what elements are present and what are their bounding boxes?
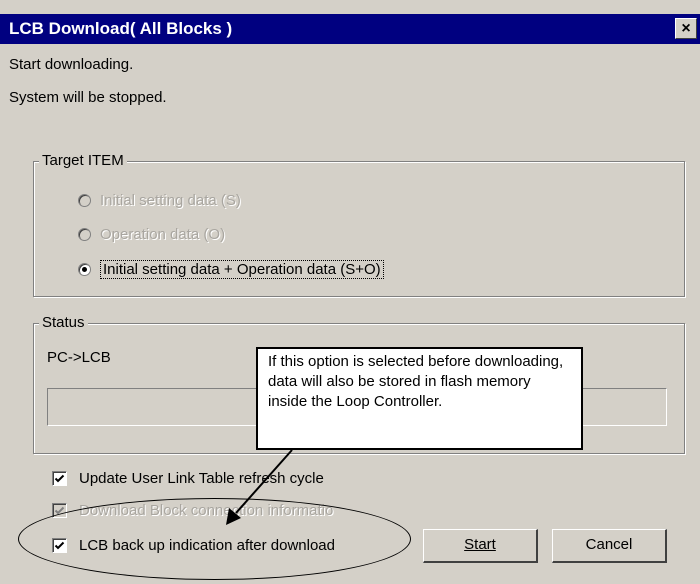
callout-text: If this option is selected before downlo…: [268, 353, 564, 410]
start-button[interactable]: Start: [423, 529, 538, 563]
checkbox-update-link-table[interactable]: Update User Link Table refresh cycle: [52, 470, 324, 487]
start-button-label: Start: [464, 536, 496, 553]
checkbox-label: Download Block connection informatio: [79, 502, 334, 519]
status-label: Status: [39, 314, 88, 332]
title-bar: LCB Download( All Blocks ) ×: [0, 14, 700, 44]
checkbox[interactable]: [52, 471, 67, 486]
checkbox-label: Update User Link Table refresh cycle: [79, 470, 324, 487]
radio-button[interactable]: [78, 194, 91, 207]
lcb-download-dialog: LCB Download( All Blocks ) × Start downl…: [0, 0, 700, 584]
radio-label: Initial setting data + Operation data (S…: [100, 260, 384, 279]
close-icon: ×: [681, 20, 691, 37]
checkmark-icon: [54, 506, 65, 515]
checkbox-label: LCB back up indication after download: [79, 537, 335, 554]
annotation-callout: If this option is selected before downlo…: [256, 347, 583, 450]
radio-dot-icon: [82, 267, 87, 272]
radio-initial-plus-operation[interactable]: Initial setting data + Operation data (S…: [78, 260, 384, 279]
close-button[interactable]: ×: [675, 18, 697, 39]
message-stop: System will be stopped.: [9, 89, 167, 106]
message-start: Start downloading.: [9, 56, 134, 73]
radio-button[interactable]: [78, 228, 91, 241]
radio-initial-setting[interactable]: Initial setting data (S): [78, 192, 241, 209]
status-text: PC->LCB: [47, 349, 111, 366]
checkmark-icon: [54, 541, 65, 550]
checkbox-lcb-backup[interactable]: LCB back up indication after download: [52, 537, 335, 554]
radio-operation-data[interactable]: Operation data (O): [78, 226, 225, 243]
target-item-label: Target ITEM: [39, 152, 127, 170]
cancel-button[interactable]: Cancel: [552, 529, 667, 563]
window-title: LCB Download( All Blocks ): [9, 19, 233, 38]
checkbox-download-block-connection[interactable]: Download Block connection informatio: [52, 502, 333, 519]
checkbox[interactable]: [52, 503, 67, 518]
radio-label: Operation data (O): [100, 226, 226, 243]
checkmark-icon: [54, 474, 65, 483]
radio-label: Initial setting data (S): [100, 192, 241, 209]
checkbox[interactable]: [52, 538, 67, 553]
cancel-button-label: Cancel: [585, 536, 633, 553]
radio-button-selected[interactable]: [78, 263, 91, 276]
